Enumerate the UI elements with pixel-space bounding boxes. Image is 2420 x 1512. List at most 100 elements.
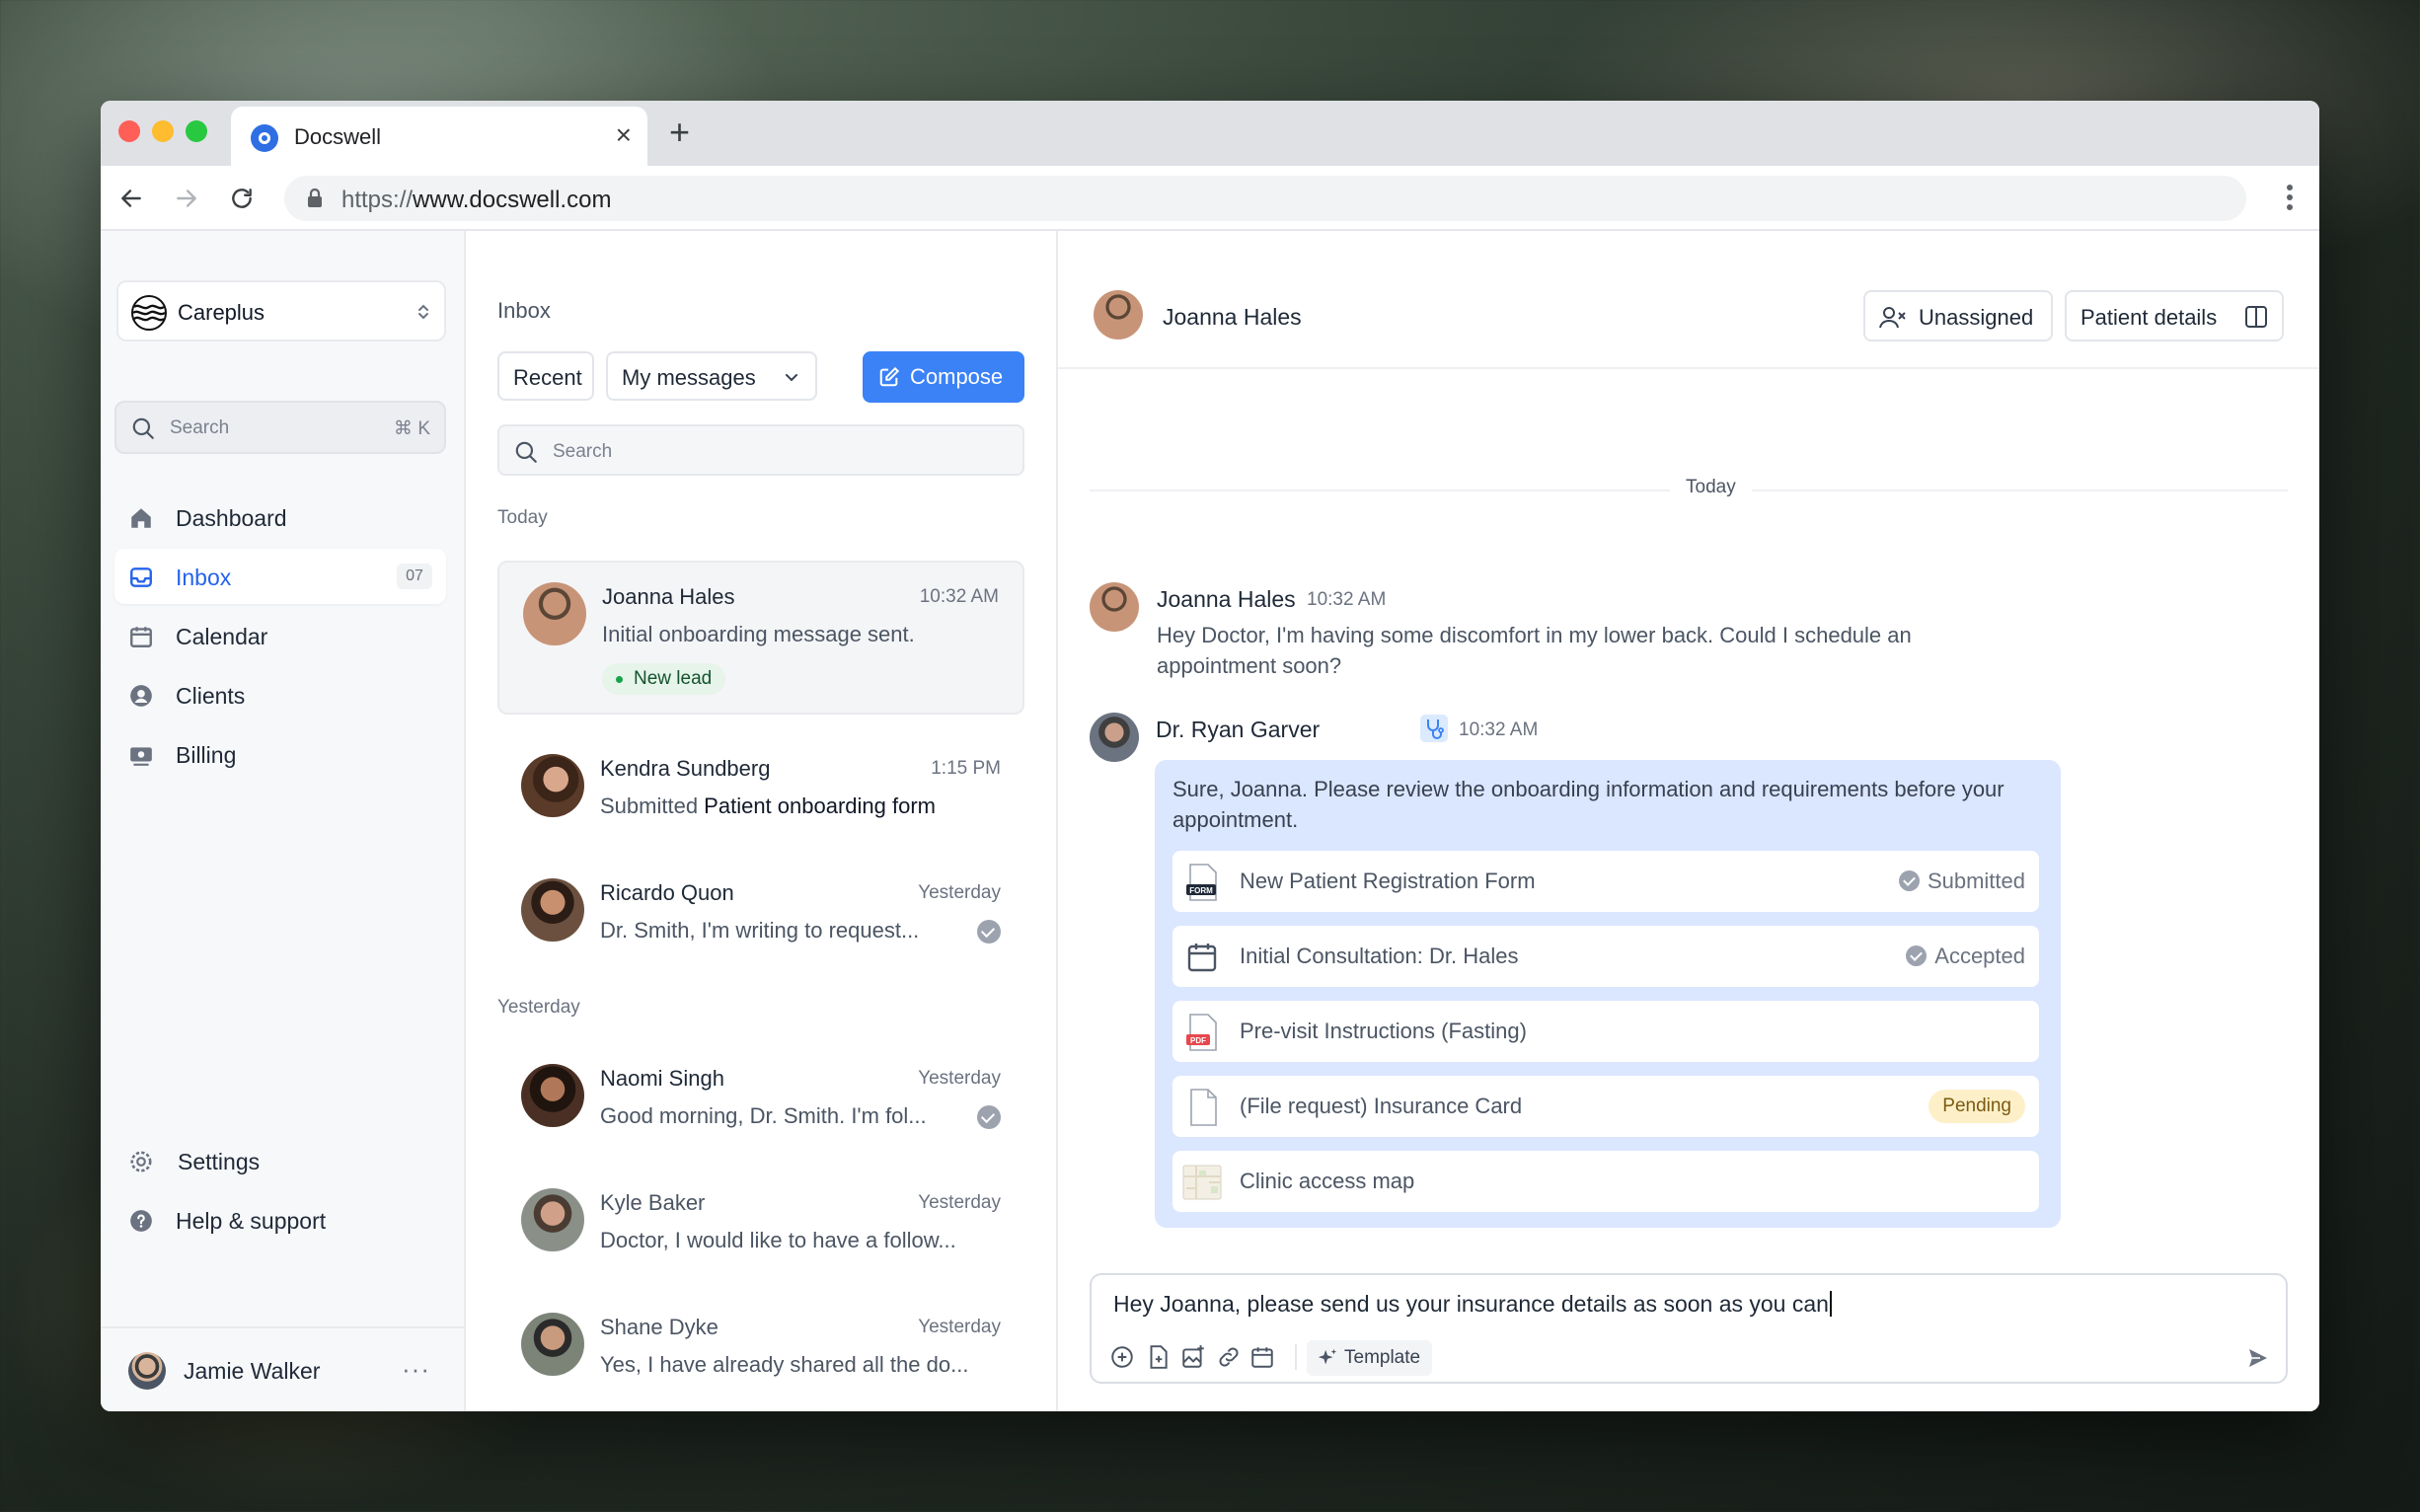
maximize-window-button[interactable]: [186, 120, 207, 142]
avatar: [521, 1064, 584, 1127]
avatar: [128, 1352, 166, 1390]
contact-name: Joanna Hales: [1163, 304, 1302, 330]
forward-arrow-icon[interactable]: [170, 182, 203, 215]
help-icon: [130, 1210, 152, 1232]
inbox-search[interactable]: Search: [497, 424, 1024, 476]
day-label: Today: [1670, 477, 1752, 498]
sidebar-item-billing[interactable]: Billing: [114, 726, 446, 782]
message-composer[interactable]: Hey Joanna, please send us your insuranc…: [1090, 1273, 2288, 1384]
address-bar[interactable]: https://www.docswell.com: [284, 176, 2246, 221]
calendar-icon: [130, 627, 152, 647]
chevron-updown-icon: [418, 304, 428, 320]
workspace-switcher[interactable]: Careplus: [116, 280, 446, 341]
browser-toolbar: https://www.docswell.com: [101, 166, 2319, 231]
browser-tab[interactable]: Docswell ×: [231, 107, 647, 166]
browser-menu-icon[interactable]: [2286, 184, 2294, 211]
conversation-item[interactable]: Kendra Sundberg 1:15 PM Submitted Patien…: [497, 734, 1024, 843]
file-add-icon[interactable]: [1145, 1344, 1171, 1370]
message-time: Yesterday: [918, 882, 1001, 903]
sidebar-item-dashboard[interactable]: Dashboard: [114, 490, 446, 545]
inbox-panel: Inbox Recent My messages Compose Search …: [466, 231, 1058, 1411]
my-messages-dropdown[interactable]: My messages: [606, 351, 817, 401]
close-window-button[interactable]: [118, 120, 140, 142]
minimize-window-button[interactable]: [152, 120, 174, 142]
message-preview: Doctor, I would like to have a follow...: [600, 1228, 956, 1252]
contact-name: Kyle Baker: [600, 1190, 706, 1215]
attachment-item[interactable]: Clinic access map: [1172, 1151, 2039, 1212]
conversation-header: Joanna Hales Unassigned Patient details: [1058, 231, 2319, 369]
sender-name: Joanna Hales: [1157, 586, 1296, 612]
attachment-label: Pre-visit Instructions (Fasting): [1240, 1019, 1527, 1043]
read-check-icon: [977, 920, 1001, 944]
current-user[interactable]: Jamie Walker ···: [101, 1328, 466, 1411]
sidebar-item-settings[interactable]: Settings: [114, 1133, 446, 1188]
url-text: https://www.docswell.com: [341, 187, 612, 213]
reload-icon[interactable]: [225, 182, 259, 215]
template-button[interactable]: Template: [1307, 1340, 1433, 1376]
sidebar-item-label: Clients: [176, 683, 246, 709]
message-preview: Yes, I have already shared all the do...: [600, 1352, 969, 1377]
conversation-item[interactable]: Kyle Baker Yesterday Doctor, I would lik…: [497, 1169, 1024, 1277]
map-thumbnail-icon: [1182, 1165, 1222, 1200]
doctor-message-bubble: Sure, Joanna. Please review the onboardi…: [1155, 760, 2061, 1228]
calendar-icon[interactable]: [1249, 1344, 1275, 1370]
attachment-item[interactable]: (File request) Insurance Card Pending: [1172, 1076, 2039, 1137]
sidebar-item-help[interactable]: Help & support: [114, 1192, 446, 1247]
new-tab-button[interactable]: +: [669, 114, 690, 150]
sidebar-search[interactable]: Search ⌘ K: [114, 401, 446, 454]
conversation-item[interactable]: Ricardo Quon Yesterday Dr. Smith, I'm wr…: [497, 859, 1024, 967]
sidebar-item-label: Help & support: [176, 1208, 327, 1234]
attachment-label: (File request) Insurance Card: [1240, 1094, 1523, 1118]
send-icon[interactable]: [2246, 1346, 2270, 1370]
sidebar-item-label: Dashboard: [176, 505, 287, 531]
compose-button[interactable]: Compose: [863, 351, 1024, 403]
message-text: Hey Doctor, I'm having some discomfort i…: [1157, 623, 1912, 678]
back-arrow-icon[interactable]: [114, 182, 148, 215]
search-placeholder: Search: [170, 417, 230, 438]
contact-name: Ricardo Quon: [600, 880, 734, 905]
careplus-logo-icon: [131, 295, 167, 331]
sidebar-item-inbox[interactable]: Inbox 07: [114, 549, 446, 604]
sidebar-item-clients[interactable]: Clients: [114, 667, 446, 722]
attachment-status: Submitted: [1898, 869, 2025, 894]
stethoscope-icon: [1420, 715, 1448, 742]
avatar: [1090, 713, 1139, 762]
inbox-icon: [130, 567, 152, 587]
attachment-item[interactable]: Initial Consultation: Dr. Hales Accepted: [1172, 926, 2039, 987]
message-time: Yesterday: [918, 1192, 1001, 1213]
sidebar-item-calendar[interactable]: Calendar: [114, 608, 446, 663]
form-file-icon: FORM: [1186, 864, 1217, 901]
message-time: 10:32 AM: [1459, 719, 1539, 740]
sidebar-item-label: Billing: [176, 742, 237, 768]
app-root: Careplus Search ⌘ K Dashboard Inbox 07 C…: [101, 231, 2319, 1411]
assign-button[interactable]: Unassigned: [1863, 290, 2053, 341]
link-icon[interactable]: [1216, 1344, 1242, 1370]
message-time: 10:32 AM: [1307, 589, 1387, 610]
status-badge: New lead: [602, 663, 726, 695]
more-options-icon[interactable]: ···: [402, 1354, 430, 1385]
conversation-item[interactable]: Joanna Hales 10:32 AM Initial onboarding…: [497, 561, 1024, 715]
composer-input[interactable]: Hey Joanna, please send us your insuranc…: [1113, 1291, 1832, 1318]
status-badge: Pending: [1928, 1090, 2025, 1123]
recent-filter-button[interactable]: Recent: [497, 351, 594, 401]
attachment-item[interactable]: PDF Pre-visit Instructions (Fasting): [1172, 1001, 2039, 1062]
plus-circle-icon[interactable]: [1109, 1344, 1135, 1370]
avatar: [523, 582, 586, 645]
image-add-icon[interactable]: [1180, 1344, 1206, 1370]
conversation-panel: Joanna Hales Unassigned Patient details …: [1058, 231, 2319, 1411]
blank-file-icon: [1190, 1089, 1217, 1126]
message-time: 10:32 AM: [919, 586, 999, 607]
day-separator: Today: [1090, 477, 2288, 498]
conversation-item[interactable]: Shane Dyke Yesterday Yes, I have already…: [497, 1293, 1024, 1401]
patient-details-button[interactable]: Patient details: [2065, 290, 2284, 341]
conversation-item[interactable]: Naomi Singh Yesterday Good morning, Dr. …: [497, 1044, 1024, 1153]
close-icon[interactable]: ×: [616, 120, 632, 150]
avatar: [521, 754, 584, 817]
attachment-status: Accepted: [1906, 944, 2025, 969]
workspace-name: Careplus: [178, 300, 265, 325]
attachment-item[interactable]: FORM New Patient Registration Form Submi…: [1172, 851, 2039, 912]
user-remove-icon: [1879, 307, 1906, 329]
contact-name: Joanna Hales: [602, 584, 735, 609]
inbox-count-badge: 07: [397, 564, 432, 589]
sidebar-item-label: Inbox: [176, 565, 232, 590]
